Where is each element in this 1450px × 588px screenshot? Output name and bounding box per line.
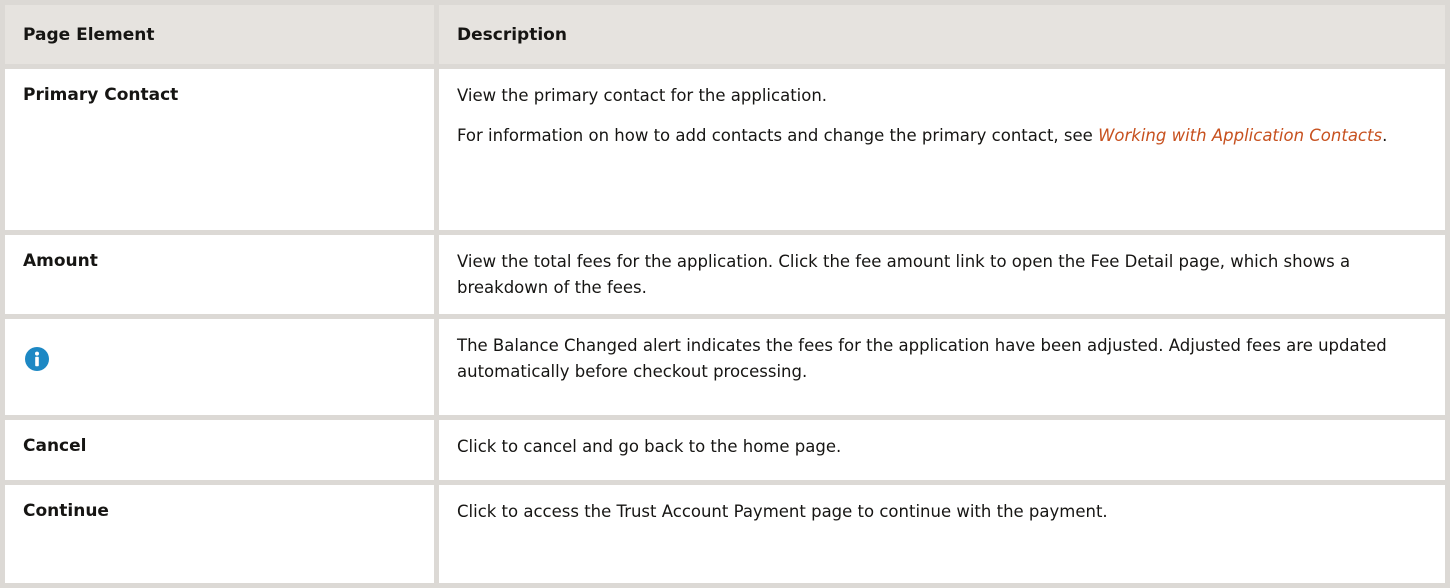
element-description: Click to access the Trust Account Paymen… [457,502,1108,521]
header-page-element: Page Element [5,5,439,64]
header-description: Description [457,24,567,45]
element-description: View the primary contact for the applica… [439,69,1445,230]
description-text: View the primary contact for the applica… [457,86,828,105]
table-header-row: Page Element Description [5,5,1445,69]
description-text: For information on how to add contacts a… [457,123,1427,149]
element-name: Primary Contact [5,69,439,230]
working-with-application-contacts-link[interactable]: Working with Application Contacts [1098,126,1382,145]
element-description: The Balance Changed alert indicates the … [457,336,1387,381]
element-name: Cancel [5,420,439,480]
table-row: Continue Click to access the Trust Accou… [5,485,1445,583]
table-row: Cancel Click to cancel and go back to th… [5,420,1445,485]
element-name: Amount [5,235,439,314]
element-icon-cell [5,319,439,415]
element-name: Continue [5,485,439,583]
description-text: For information on how to add contacts a… [457,126,1099,145]
info-icon [25,347,49,371]
table-row: The Balance Changed alert indicates the … [5,319,1445,420]
table-row: Primary Contact View the primary contact… [5,69,1445,235]
page-elements-table: Page Element Description Primary Contact… [0,0,1450,588]
table-row: Amount View the total fees for the appli… [5,235,1445,319]
description-text: . [1382,126,1388,145]
element-description: Click to cancel and go back to the home … [457,437,842,456]
element-description: View the total fees for the application.… [457,252,1351,297]
